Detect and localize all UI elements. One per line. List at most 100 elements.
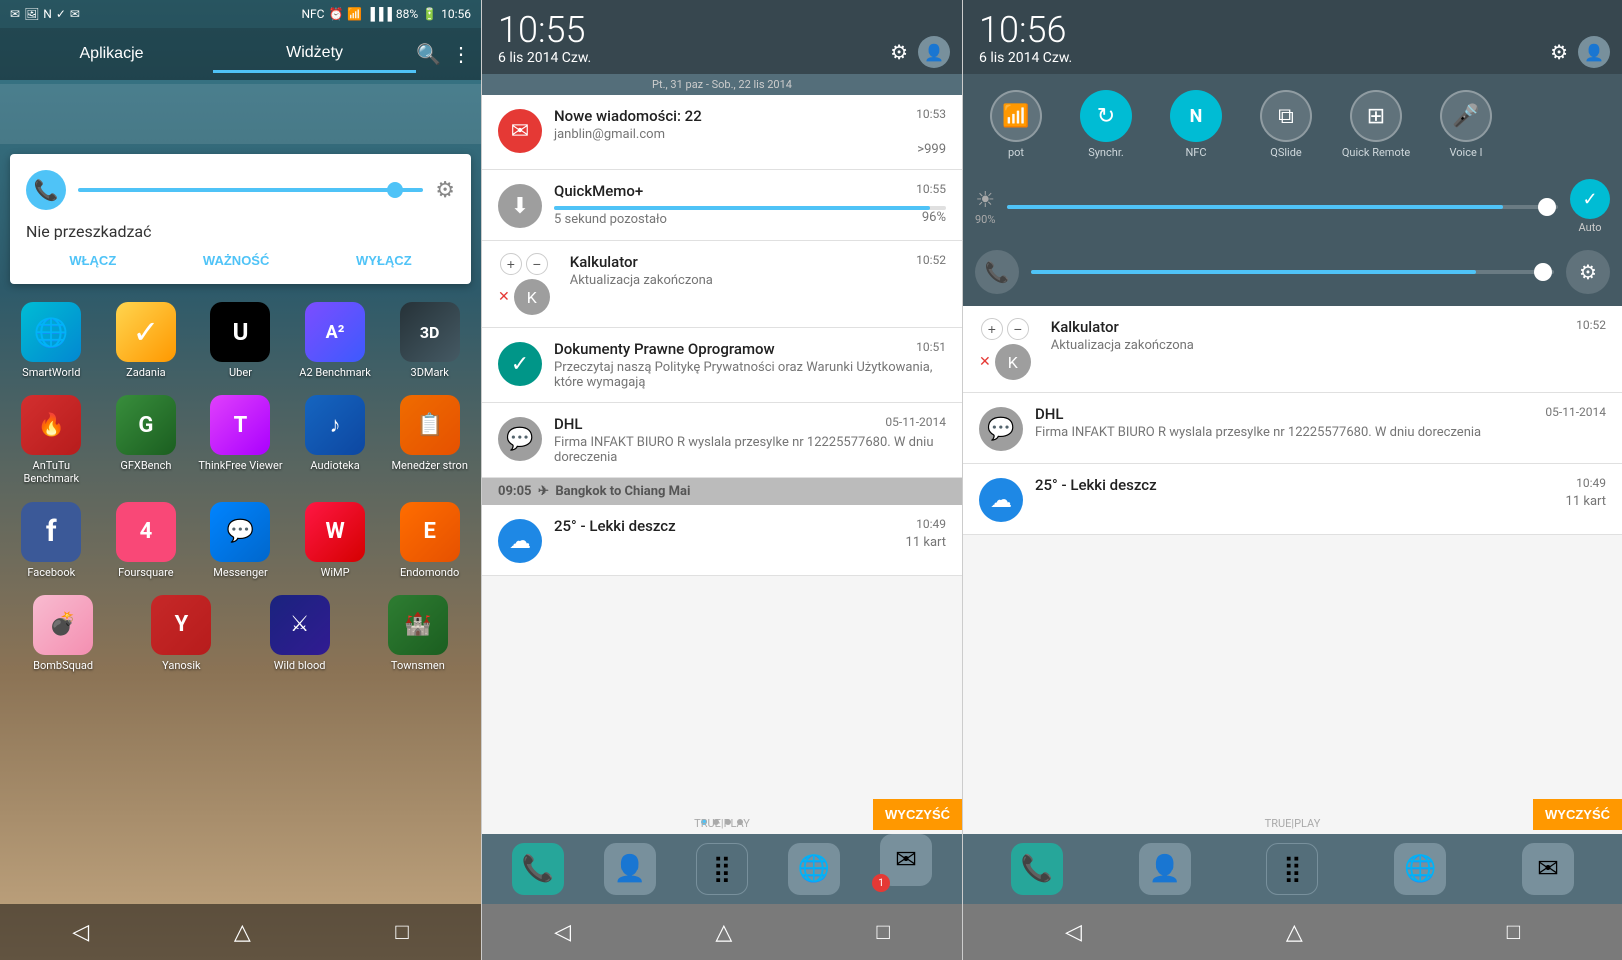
app-wildblood[interactable]: ⚔ Wild blood <box>256 595 344 672</box>
home-button-p1[interactable]: △ <box>214 911 271 953</box>
mini-minus-btn[interactable]: − <box>526 253 548 275</box>
app-uber[interactable]: U Uber <box>196 302 284 379</box>
notif-quickmemo[interactable]: ⬇ QuickMemo+ 10:55 5 sekund pozostało 96… <box>482 170 962 241</box>
qs-mini-minus[interactable]: − <box>1007 318 1029 340</box>
recents-button-p1[interactable]: □ <box>375 911 428 953</box>
widget-wylacz-btn[interactable]: WYŁĄCZ <box>356 253 412 268</box>
app-audioteka[interactable]: ♪ Audioteka <box>291 395 379 485</box>
volume-slider[interactable] <box>1031 270 1554 274</box>
qs-mini-x[interactable]: ✕ <box>979 353 991 370</box>
mini-x-btn[interactable]: ✕ <box>498 288 510 305</box>
volume-thumb[interactable] <box>1534 263 1552 281</box>
qs-time-dhl: 05-11-2014 <box>1545 405 1606 419</box>
brightness-pct-label: 90% <box>975 213 995 226</box>
qs-dock-apps[interactable]: ⣿ <box>1266 843 1318 895</box>
auto-brightness-btn[interactable]: ✓ <box>1570 179 1610 219</box>
qs-header: 10:56 6 lis 2014 Czw. ⚙ 👤 <box>963 0 1622 74</box>
app-foursquare[interactable]: 4 Foursquare <box>102 502 190 579</box>
app-townsmen[interactable]: 🏰 Townsmen <box>374 595 462 672</box>
tab-apps[interactable]: Aplikacje <box>10 37 213 71</box>
qs-notif-kalkulator[interactable]: + − ✕ K Kalkulator 10:52 Aktualizacja za… <box>963 306 1622 393</box>
qs-app-name-dhl: DHL <box>1035 405 1064 423</box>
home-button-p3[interactable]: △ <box>1266 911 1323 953</box>
qs-notif-dhl[interactable]: 💬 DHL 05-11-2014 Firma INFAKT BIURO R wy… <box>963 393 1622 464</box>
app-gfxbench[interactable]: G GFXBench <box>102 395 190 485</box>
app-yanosik[interactable]: Y Yanosik <box>137 595 225 672</box>
qs-time: 10:56 <box>979 12 1606 48</box>
qs-item-qslide[interactable]: ⧉ QSlide <box>1241 84 1331 165</box>
widget-slider-thumb[interactable] <box>387 182 403 198</box>
app-endomondo[interactable]: E Endomondo <box>386 502 474 579</box>
notif-avatar-dokumenty: ✓ <box>498 342 542 386</box>
app-thinkfree[interactable]: T ThinkFree Viewer <box>196 395 284 485</box>
notif-sub-dhl: Firma INFAKT BIURO R wyslala przesylke n… <box>554 435 946 465</box>
dock-phone[interactable]: 📞 <box>512 843 564 895</box>
qs-item-voice[interactable]: 🎤 Voice I <box>1421 84 1511 165</box>
notif-kalkulator[interactable]: + − ✕ K Kalkulator 10:52 Aktualizacja za… <box>482 241 962 328</box>
widget-slider[interactable] <box>78 188 423 192</box>
qs-dock-web[interactable]: 🌐 <box>1394 843 1446 895</box>
notif-dhl[interactable]: 💬 DHL 05-11-2014 Firma INFAKT BIURO R wy… <box>482 403 962 478</box>
notif-sub-quickmemo: 5 sekund pozostało <box>554 212 667 227</box>
check-icon: ✓ <box>56 7 66 21</box>
widget-gear-icon[interactable]: ⚙ <box>435 178 455 203</box>
app-messenger[interactable]: 💬 Messenger <box>196 502 284 579</box>
qs-dock-phone[interactable]: 📞 <box>1011 843 1063 895</box>
qs-item-nfc[interactable]: N NFC <box>1151 84 1241 165</box>
more-options-button[interactable]: ⋮ <box>451 42 471 67</box>
qs-dock-contacts[interactable]: 👤 <box>1139 843 1191 895</box>
app-wimp[interactable]: W WiMP <box>291 502 379 579</box>
app-icon-endomondo: E <box>400 502 460 562</box>
tab-widgets[interactable]: Widżety <box>213 36 416 73</box>
dock-apps[interactable]: ⣿ <box>696 843 748 895</box>
recents-button-p2[interactable]: □ <box>857 911 910 953</box>
widget-vaznosc-btn[interactable]: WAŻNOŚĆ <box>203 253 269 268</box>
qs-dock-messages[interactable]: ✉ <box>1522 843 1574 895</box>
home-button-p2[interactable]: △ <box>695 911 752 953</box>
widget-vlacz-btn[interactable]: WŁĄCZ <box>69 253 116 268</box>
app-a2bench[interactable]: A² A2 Benchmark <box>291 302 379 379</box>
app-icon-a2bench: A² <box>305 302 365 362</box>
nav-bar-panel1: ◁ △ □ <box>0 904 481 960</box>
msg-icon: ✉ <box>10 7 20 21</box>
app-antutu[interactable]: 🔥 AnTuTu Benchmark <box>7 395 95 485</box>
app-3dmark[interactable]: 3D 3DMark <box>386 302 474 379</box>
qs-icon-qslide: ⧉ <box>1260 90 1312 142</box>
notif-dokumenty[interactable]: ✓ Dokumenty Prawne Oprogramow 10:51 Prze… <box>482 328 962 403</box>
notif-gmail[interactable]: ✉ Nowe wiadomości: 22 10:53 janblin@gmai… <box>482 95 962 170</box>
user-avatar-icon[interactable]: 👤 <box>918 36 950 68</box>
brightness-thumb[interactable] <box>1538 198 1556 216</box>
app-zadania[interactable]: ✓ Zadania <box>102 302 190 379</box>
search-button[interactable]: 🔍 <box>416 42 441 67</box>
brightness-icon-wrapper: ☀ 90% <box>975 188 995 226</box>
app-label-yanosik: Yanosik <box>162 659 200 672</box>
qs-user-icon[interactable]: 👤 <box>1578 36 1610 68</box>
qs-item-synchr[interactable]: ↻ Synchr. <box>1061 84 1151 165</box>
mini-plus-btn[interactable]: + <box>500 253 522 275</box>
app-icon-smartworld: 🌐 <box>21 302 81 362</box>
settings-icon[interactable]: ⚙ <box>890 40 908 64</box>
qs-mini-plus[interactable]: + <box>981 318 1003 340</box>
back-button-p2[interactable]: ◁ <box>534 911 591 953</box>
qs-notif-weather[interactable]: ☁ 25° - Lekki deszcz 10:49 11 kart <box>963 464 1622 535</box>
vol-gear-btn[interactable]: ⚙ <box>1566 250 1610 294</box>
qs-item-quickremote[interactable]: ⊞ Quick Remote <box>1331 84 1421 165</box>
signal-icon: ▐▐▐ <box>366 7 392 21</box>
app-bombsquad[interactable]: 💣 BombSquad <box>19 595 107 672</box>
volume-row: 📞 ⚙ <box>963 246 1622 306</box>
back-button-p1[interactable]: ◁ <box>52 911 109 953</box>
notif-avatar-kalkulator: K <box>514 279 550 315</box>
back-button-p3[interactable]: ◁ <box>1045 911 1102 953</box>
dock-web[interactable]: 🌐 <box>788 843 840 895</box>
app-menedzer[interactable]: 📋 Menedżer stron <box>386 395 474 485</box>
brightness-slider[interactable] <box>1007 205 1558 209</box>
notif-weather[interactable]: ☁ 25° - Lekki deszcz 10:49 11 kart <box>482 505 962 576</box>
qs-item-hotspot[interactable]: 📶 pot <box>971 84 1061 165</box>
app-smartworld[interactable]: 🌐 SmartWorld <box>7 302 95 379</box>
qs-settings-icon[interactable]: ⚙ <box>1550 40 1568 64</box>
recents-button-p3[interactable]: □ <box>1487 911 1540 953</box>
notif-sub-gmail: janblin@gmail.com <box>554 127 946 142</box>
dock-contacts[interactable]: 👤 <box>604 843 656 895</box>
qs-time-weather: 10:49 <box>1576 476 1606 490</box>
app-facebook[interactable]: f Facebook <box>7 502 95 579</box>
